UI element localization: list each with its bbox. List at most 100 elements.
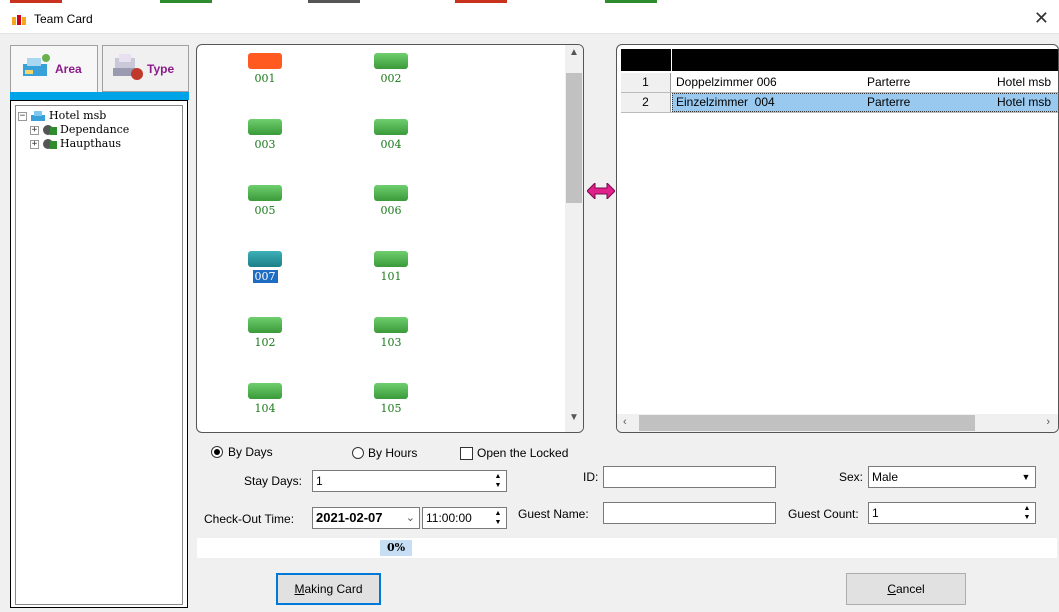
tab-type-label: Type bbox=[147, 62, 175, 76]
app-icon bbox=[12, 15, 26, 25]
room-tile[interactable]: 006 bbox=[361, 185, 421, 217]
room-tile[interactable]: 002 bbox=[361, 53, 421, 85]
room-number: 002 bbox=[380, 72, 402, 85]
title-bar: Team Card ✕ bbox=[0, 4, 1059, 34]
tree-item-hotel-msb[interactable]: Hotel msb bbox=[49, 109, 106, 122]
stepper-arrows-icon[interactable]: ▲ ▼ bbox=[491, 509, 505, 527]
scroll-thumb[interactable] bbox=[566, 73, 582, 203]
expand-icon[interactable]: + bbox=[30, 140, 39, 149]
checkout-label: Check-Out Time: bbox=[204, 512, 295, 526]
room-number: 006 bbox=[380, 204, 402, 217]
making-card-button[interactable]: Making Card bbox=[276, 573, 381, 605]
room-grid: 001 002 003 004 005 006 007 101 102 103 … bbox=[196, 44, 584, 433]
table-row[interactable]: 1 Doppelzimmer 006 Parterre Hotel msb bbox=[621, 73, 1058, 93]
progress-percent: 0% bbox=[380, 540, 412, 556]
area-icon bbox=[23, 54, 50, 76]
floor-cell: Parterre bbox=[867, 95, 911, 109]
close-icon[interactable]: ✕ bbox=[1034, 8, 1049, 29]
open-locked-label: Open the Locked bbox=[477, 446, 569, 460]
checkout-date-picker[interactable]: 2021-02-07 ⌄ bbox=[312, 507, 420, 529]
room-number: 005 bbox=[254, 204, 276, 217]
room-status-block bbox=[374, 185, 408, 201]
making-card-label: aking Card bbox=[304, 582, 363, 596]
guest-count-stepper[interactable]: 1 ▲ ▼ bbox=[868, 502, 1036, 524]
id-field[interactable] bbox=[603, 466, 776, 488]
room-tile[interactable]: 102 bbox=[235, 317, 295, 349]
room-tile[interactable]: 003 bbox=[235, 119, 295, 151]
area-tree-panel: − Hotel msb + Dependance + Haupthaus bbox=[10, 100, 188, 608]
chevron-down-icon[interactable]: ▼ bbox=[1018, 468, 1034, 486]
room-number: 101 bbox=[380, 270, 402, 283]
room-status-block bbox=[248, 185, 282, 201]
strip-segment bbox=[455, 0, 507, 3]
room-cell: Einzelzimmer 004 bbox=[676, 95, 775, 109]
room-number: 104 bbox=[254, 402, 276, 415]
type-icon bbox=[113, 54, 143, 80]
scroll-down-icon[interactable]: ▼ bbox=[565, 412, 583, 430]
tree-item-dependance[interactable]: Dependance bbox=[60, 123, 129, 136]
room-tile[interactable]: 105 bbox=[361, 383, 421, 415]
room-status-block bbox=[248, 119, 282, 135]
building-icon bbox=[43, 139, 57, 149]
room-status-block bbox=[248, 53, 282, 69]
scroll-left-icon[interactable]: ‹ bbox=[623, 416, 627, 428]
cancel-button[interactable]: Cancel bbox=[846, 573, 966, 605]
guest-count-label: Guest Count: bbox=[788, 507, 859, 521]
stepper-arrows-icon[interactable]: ▲ ▼ bbox=[1020, 504, 1034, 522]
room-tile[interactable]: 004 bbox=[361, 119, 421, 151]
stepper-arrows-icon[interactable]: ▲ ▼ bbox=[491, 472, 505, 490]
room-tile[interactable]: 007 bbox=[235, 251, 295, 283]
collapse-icon[interactable]: − bbox=[18, 112, 27, 121]
hotel-icon bbox=[31, 111, 45, 121]
tab-area-label: Area bbox=[55, 62, 82, 76]
room-number: 007 bbox=[252, 270, 278, 283]
room-number: 004 bbox=[380, 138, 402, 151]
strip-segment bbox=[10, 0, 62, 3]
cancel-label: ancel bbox=[895, 582, 925, 596]
row-index: 1 bbox=[621, 73, 671, 92]
room-status-block bbox=[248, 317, 282, 333]
by-hours-radio[interactable] bbox=[352, 447, 364, 459]
floor-cell: Parterre bbox=[867, 75, 911, 89]
row-index: 2 bbox=[621, 93, 671, 112]
table-row[interactable]: 2 Einzelzimmer 004 Parterre Hotel msb bbox=[621, 93, 1058, 113]
list-horizontal-scrollbar[interactable]: ‹ › bbox=[617, 414, 1058, 432]
room-tile[interactable]: 104 bbox=[235, 383, 295, 415]
scroll-thumb[interactable] bbox=[639, 415, 975, 431]
building-icon bbox=[43, 125, 57, 135]
room-cell: Doppelzimmer 006 bbox=[676, 75, 777, 89]
progress-bar bbox=[197, 538, 1057, 558]
room-status-block bbox=[374, 251, 408, 267]
hotel-cell: Hotel msb bbox=[997, 75, 1052, 89]
room-number: 003 bbox=[254, 138, 276, 151]
transfer-arrows-icon[interactable] bbox=[587, 183, 615, 199]
room-tile[interactable]: 001 bbox=[235, 53, 295, 85]
by-days-radio[interactable] bbox=[211, 446, 223, 458]
chevron-down-icon[interactable]: ⌄ bbox=[406, 508, 415, 528]
room-number: 103 bbox=[380, 336, 402, 349]
hotel-cell: Hotel msb bbox=[997, 95, 1052, 109]
area-tree: − Hotel msb + Dependance + Haupthaus bbox=[15, 105, 183, 605]
tree-item-haupthaus[interactable]: Haupthaus bbox=[60, 137, 121, 150]
scroll-right-icon[interactable]: › bbox=[1046, 416, 1050, 428]
room-tile[interactable]: 005 bbox=[235, 185, 295, 217]
window-title: Team Card bbox=[34, 12, 93, 26]
room-tile[interactable]: 103 bbox=[361, 317, 421, 349]
strip-segment bbox=[308, 0, 360, 3]
cancel-mnemonic: C bbox=[887, 582, 896, 596]
strip-segment bbox=[160, 0, 212, 3]
room-tile[interactable]: 101 bbox=[361, 251, 421, 283]
stay-days-stepper[interactable]: 1 ▲ ▼ bbox=[312, 470, 507, 492]
sex-select[interactable]: Male ▼ bbox=[868, 466, 1036, 488]
tab-area[interactable]: Area bbox=[10, 45, 98, 92]
checkout-time-stepper[interactable]: 11:00:00 ▲ ▼ bbox=[422, 507, 507, 529]
room-number: 001 bbox=[254, 72, 276, 85]
tab-type[interactable]: Type bbox=[102, 45, 189, 92]
open-locked-checkbox[interactable] bbox=[460, 447, 473, 460]
room-status-block bbox=[248, 251, 282, 267]
expand-icon[interactable]: + bbox=[30, 126, 39, 135]
guest-name-field[interactable] bbox=[603, 502, 776, 524]
scroll-up-icon[interactable]: ▲ bbox=[565, 47, 583, 65]
room-grid-scrollbar[interactable]: ▲ ▼ bbox=[565, 45, 583, 432]
by-hours-label: By Hours bbox=[368, 446, 418, 460]
